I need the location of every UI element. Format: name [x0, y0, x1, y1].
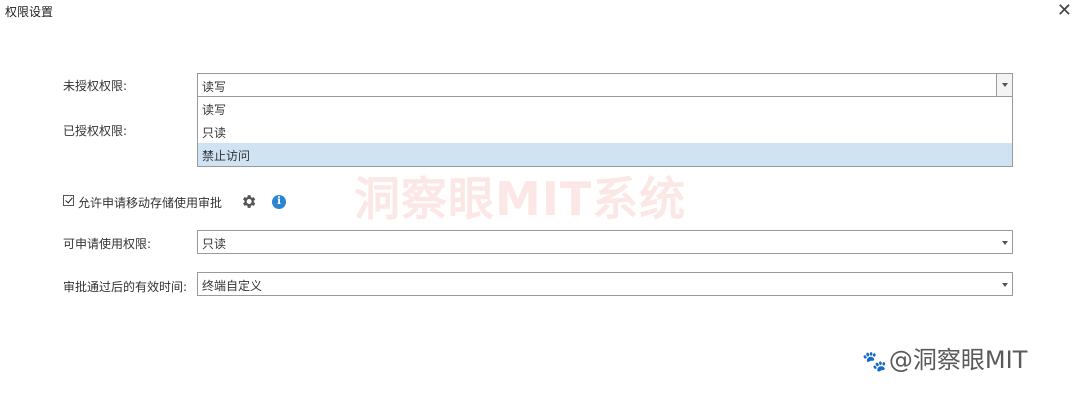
dropdown-option-read-only[interactable]: 只读: [198, 120, 1012, 143]
chevron-down-icon: [1002, 83, 1008, 87]
option-label: 读写: [202, 103, 227, 117]
allow-request-checkbox[interactable]: [63, 195, 74, 206]
info-icon[interactable]: i: [272, 195, 286, 209]
dropdown-button[interactable]: [996, 74, 1012, 96]
unauthorized-permission-value: 读写: [202, 80, 227, 94]
gear-icon[interactable]: [240, 193, 257, 210]
window-title: 权限设置: [5, 5, 54, 19]
close-icon[interactable]: ✕: [1057, 1, 1072, 21]
requestable-permission-select[interactable]: 只读: [197, 230, 1013, 254]
chevron-down-icon: [1002, 283, 1008, 287]
watermark: 洞察眼MIT系统: [354, 172, 687, 226]
unauthorized-permission-dropdown: 读写 只读 禁止访问: [197, 97, 1013, 167]
authorized-permission-label: 已授权权限:: [63, 124, 128, 138]
requestable-permission-label: 可申请使用权限:: [63, 237, 152, 251]
dropdown-option-no-access[interactable]: 禁止访问: [198, 143, 1012, 166]
chevron-down-icon: [1002, 241, 1008, 245]
valid-time-value: 终端自定义: [202, 279, 263, 293]
unauthorized-permission-select[interactable]: 读写: [197, 73, 1013, 97]
paw-icon: 🐾: [862, 349, 887, 373]
credit-watermark: 🐾@洞察眼MIT: [862, 340, 1027, 375]
valid-time-label: 审批通过后的有效时间:: [63, 280, 188, 294]
valid-time-select[interactable]: 终端自定义: [197, 272, 1013, 296]
option-label: 只读: [202, 126, 227, 140]
credit-text: @洞察眼MIT: [888, 346, 1028, 374]
requestable-permission-value: 只读: [202, 237, 227, 251]
unauthorized-permission-label: 未授权权限:: [63, 79, 128, 93]
dropdown-option-read-write[interactable]: 读写: [198, 97, 1012, 120]
option-label: 禁止访问: [202, 149, 251, 163]
allow-request-label: 允许申请移动存储使用审批: [78, 196, 223, 210]
